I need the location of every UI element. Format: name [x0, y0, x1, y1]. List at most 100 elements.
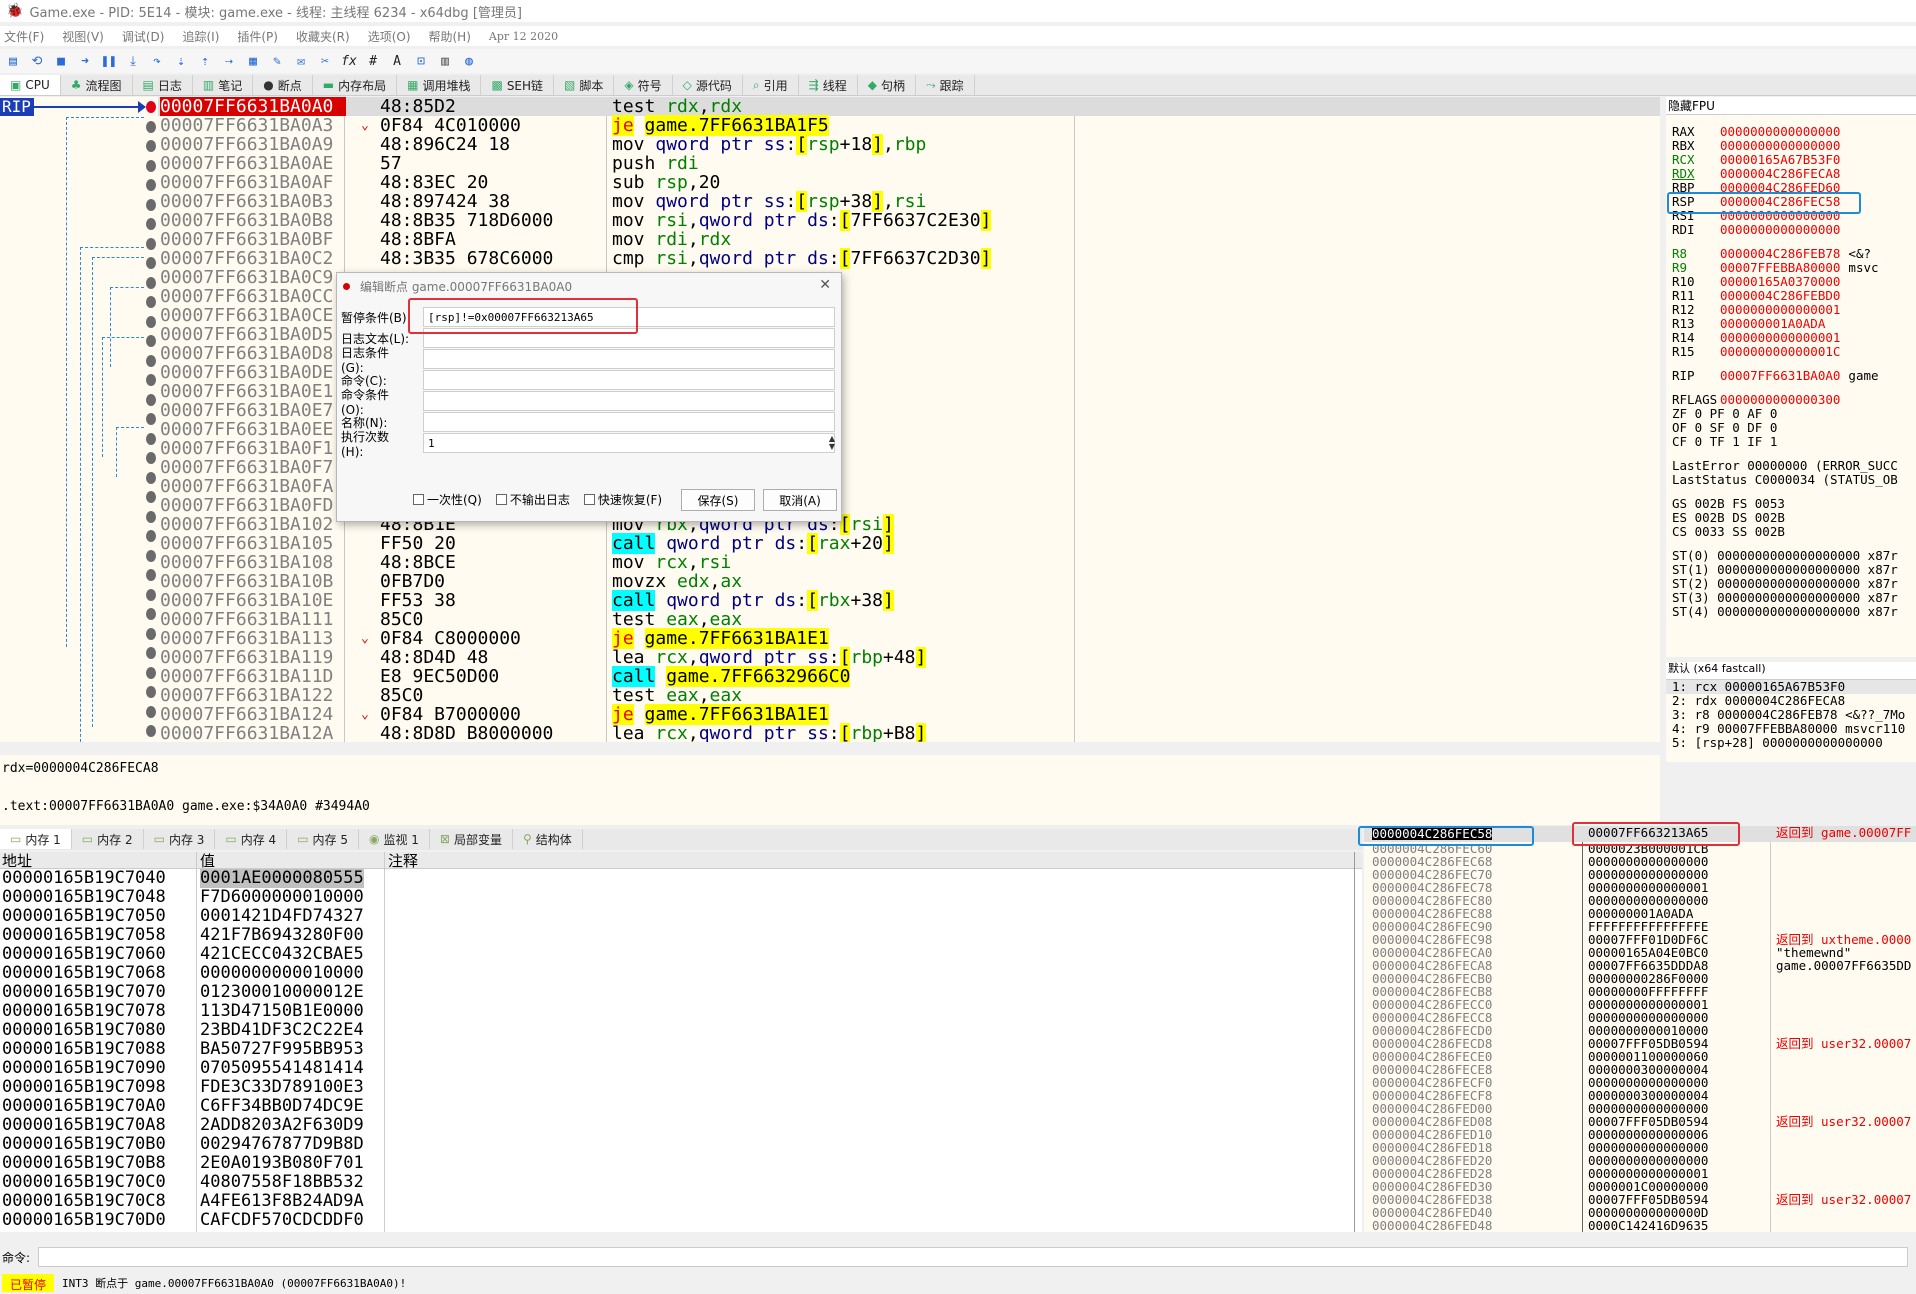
- tab-13[interactable]: ◆ 句柄: [858, 75, 916, 95]
- register-rdi[interactable]: RDI 0000000000000000: [1666, 223, 1916, 237]
- tab-5[interactable]: ▬ 内存布局: [313, 75, 398, 95]
- hide-fpu-toggle[interactable]: 隐藏FPU: [1666, 97, 1916, 115]
- breakpoint-slot-icon[interactable]: [146, 549, 156, 562]
- tab-6[interactable]: ▦ 调用堆栈: [397, 75, 482, 95]
- tab-14[interactable]: ⤳ 跟踪: [916, 75, 975, 95]
- tab-1[interactable]: ♣ 流程图: [61, 75, 133, 95]
- disasm-row[interactable]: 00007FF6631BA0BF 48:8BFA mov rdi,rdx: [158, 230, 1660, 249]
- command-text-field[interactable]: [423, 370, 835, 390]
- tab-10[interactable]: ◇ 源代码: [673, 75, 743, 95]
- command-input[interactable]: [38, 1247, 1909, 1267]
- open-icon[interactable]: ▤: [4, 52, 22, 70]
- breakpoint-slot-icon[interactable]: [146, 198, 156, 211]
- breakpoint-slot-icon[interactable]: [146, 432, 156, 445]
- register-r8[interactable]: R8 0000004C286FEB78 <&?: [1666, 247, 1916, 261]
- breakpoint-slot-icon[interactable]: [146, 179, 156, 191]
- command-condition-field[interactable]: [423, 391, 835, 411]
- registers-panel[interactable]: 隐藏FPU RAX 0000000000000000 RBX 000000000000…: [1666, 97, 1916, 657]
- disasm-row[interactable]: 00007FF6631BA10E FF53 38 call qword ptr ds…: [158, 590, 1660, 611]
- register-rdx[interactable]: RDX 0000004C286FECA8: [1666, 167, 1916, 181]
- register-rflags[interactable]: RFLAGS 0000000000000300: [1666, 393, 1916, 407]
- disasm-row[interactable]: 00007FF6631BA0A3 ⌄ 0F84 4C010000 je game.7F…: [158, 115, 1660, 136]
- globe-icon[interactable]: ◍: [460, 52, 478, 70]
- dump-tab-4[interactable]: ▭ 内存 5: [287, 829, 359, 849]
- run-icon[interactable]: ➜: [76, 52, 94, 70]
- breakpoint-slot-icon[interactable]: [146, 510, 156, 523]
- tab-2[interactable]: ▤ 日志: [133, 75, 193, 95]
- execute-till-return-icon[interactable]: ⇡: [196, 52, 214, 70]
- stack-view[interactable]: 0000004C286FEC58 00007FF663213A65 返回到 ga…: [1364, 826, 1916, 1232]
- function-icon[interactable]: fx: [340, 52, 358, 70]
- menu-item[interactable]: 收藏夹(R): [296, 28, 350, 45]
- dump-row[interactable]: 00000165B19C70D0 CAFCDF570CDCDDF0: [0, 1211, 1362, 1230]
- dump-tab-0[interactable]: ▭ 内存 1: [0, 829, 72, 849]
- register-r9[interactable]: R9 00007FFEBBA80000 msvc: [1666, 261, 1916, 275]
- lock-icon[interactable]: ⊡: [412, 52, 430, 70]
- dump-row[interactable]: 00000165B19C7048 F7D6000000010000: [0, 888, 1362, 907]
- register-rip[interactable]: RIP 00007FF6631BA0A0 game: [1666, 369, 1916, 383]
- disasm-row[interactable]: 00007FF6631BA0B3 48:897424 38 mov qword pt…: [158, 191, 1660, 212]
- breakpoint-slot-icon[interactable]: [146, 140, 156, 152]
- trace-into-icon[interactable]: ⇣: [172, 52, 190, 70]
- dump-row[interactable]: 00000165B19C70C0 40807558F18BB532: [0, 1173, 1362, 1192]
- menu-item[interactable]: 文件(F): [4, 28, 44, 45]
- save-button[interactable]: 保存(S): [681, 489, 755, 511]
- dump-tab-7[interactable]: ⚲ 结构体: [513, 829, 583, 849]
- argument-row[interactable]: 5: [rsp+28] 0000000000000000: [1666, 736, 1916, 750]
- pause-icon[interactable]: ❚❚: [100, 52, 118, 70]
- calling-convention-label[interactable]: 默认 (x64 fastcall): [1666, 662, 1916, 680]
- calculator-icon[interactable]: ▥: [436, 52, 454, 70]
- register-r15[interactable]: R15 000000000000001C: [1666, 345, 1916, 359]
- disasm-row[interactable]: 00007FF6631BA119 48:8D4D 48 lea rcx,qword …: [158, 647, 1660, 668]
- breakpoint-slot-icon[interactable]: [146, 569, 156, 581]
- breakpoint-slot-icon[interactable]: [146, 237, 156, 250]
- menu-item[interactable]: 调试(D): [122, 28, 165, 45]
- tab-0[interactable]: ▣ CPU: [0, 75, 61, 95]
- breakpoint-slot-icon[interactable]: [146, 374, 156, 386]
- register-r12[interactable]: R12 0000000000000001: [1666, 303, 1916, 317]
- breakpoint-slot-icon[interactable]: [146, 491, 156, 503]
- dump-tab-1[interactable]: ▭ 内存 2: [72, 829, 144, 849]
- argument-row[interactable]: 1: rcx 00000165A67B53F0: [1666, 680, 1916, 694]
- tab-12[interactable]: ⇶ 线程: [799, 75, 858, 95]
- tab-4[interactable]: ● 断点: [253, 75, 313, 95]
- register-rcx[interactable]: RCX 00000165A67B53F0: [1666, 153, 1916, 167]
- disasm-row[interactable]: 00007FF6631BA10B 0FB7D0 movzx edx,ax: [158, 572, 1660, 591]
- bookmark-icon[interactable]: ✂: [316, 52, 334, 70]
- singleshot-checkbox[interactable]: 一次性(Q): [413, 491, 482, 508]
- menu-item[interactable]: 视图(V): [62, 28, 104, 45]
- disasm-row[interactable]: 00007FF6631BA124 ⌄ 0F84 B7000000 je game.7F…: [158, 704, 1660, 725]
- menu-item[interactable]: 选项(O): [368, 28, 411, 45]
- dump-row[interactable]: 00000165B19C7080 23BD41DF3C2C22E4: [0, 1021, 1362, 1040]
- scylla-icon[interactable]: ▦: [244, 52, 262, 70]
- tab-8[interactable]: ▧ 脚本: [554, 75, 615, 95]
- breakpoint-slot-icon[interactable]: [146, 471, 156, 484]
- disasm-row[interactable]: 00007FF6631BA12A 48:8D8D B8000000 lea rcx,…: [158, 723, 1660, 742]
- name-field[interactable]: [423, 412, 835, 432]
- disasm-row[interactable]: 00007FF6631BA0C2 48:3B35 678C6000 cmp rsi,…: [158, 248, 1660, 269]
- dump-row[interactable]: 00000165B19C7058 421F7B6943280F00: [0, 926, 1362, 945]
- breakpoint-slot-icon[interactable]: [146, 159, 156, 172]
- dump-row[interactable]: 00000165B19C7090 0705095541481414: [0, 1059, 1362, 1078]
- menu-item[interactable]: 帮助(H): [429, 28, 471, 45]
- register-rbx[interactable]: RBX 0000000000000000: [1666, 139, 1916, 153]
- register-r13[interactable]: R13 000000001A0ADA: [1666, 317, 1916, 331]
- breakpoint-slot-icon[interactable]: [146, 452, 156, 464]
- disasm-row[interactable]: 00007FF6631BA108 48:8BCE mov rcx,rsi: [158, 553, 1660, 572]
- argument-row[interactable]: 4: r9 00007FFEBBA80000 msvcr110: [1666, 722, 1916, 736]
- breakpoint-slot-icon[interactable]: [146, 354, 156, 367]
- dump-tab-5[interactable]: ◉ 监视 1: [359, 829, 430, 849]
- dump-row[interactable]: 00000165B19C7078 113D47150B1E0000: [0, 1002, 1362, 1021]
- close-icon[interactable]: ✕: [819, 277, 831, 293]
- breakpoint-slot-icon[interactable]: [146, 218, 156, 230]
- breakpoint-slot-icon[interactable]: [146, 588, 156, 601]
- dump-row[interactable]: 00000165B19C7088 BA50727F995BB953: [0, 1040, 1362, 1059]
- disasm-row[interactable]: 00007FF6631BA0AF 48:83EC 20 sub rsp,20: [158, 173, 1660, 192]
- breakpoint-slot-icon[interactable]: [146, 120, 156, 133]
- breakpoint-slot-icon[interactable]: [146, 530, 156, 542]
- register-r14[interactable]: R14 0000000000000001: [1666, 331, 1916, 345]
- breakpoint-dot-icon[interactable]: [146, 101, 156, 113]
- tab-11[interactable]: ⌕ 引用: [743, 75, 799, 95]
- spinner-arrows-icon[interactable]: ▲ ▼: [829, 435, 835, 451]
- disasm-row[interactable]: 00007FF6631BA105 FF50 20 call qword ptr ds…: [158, 533, 1660, 554]
